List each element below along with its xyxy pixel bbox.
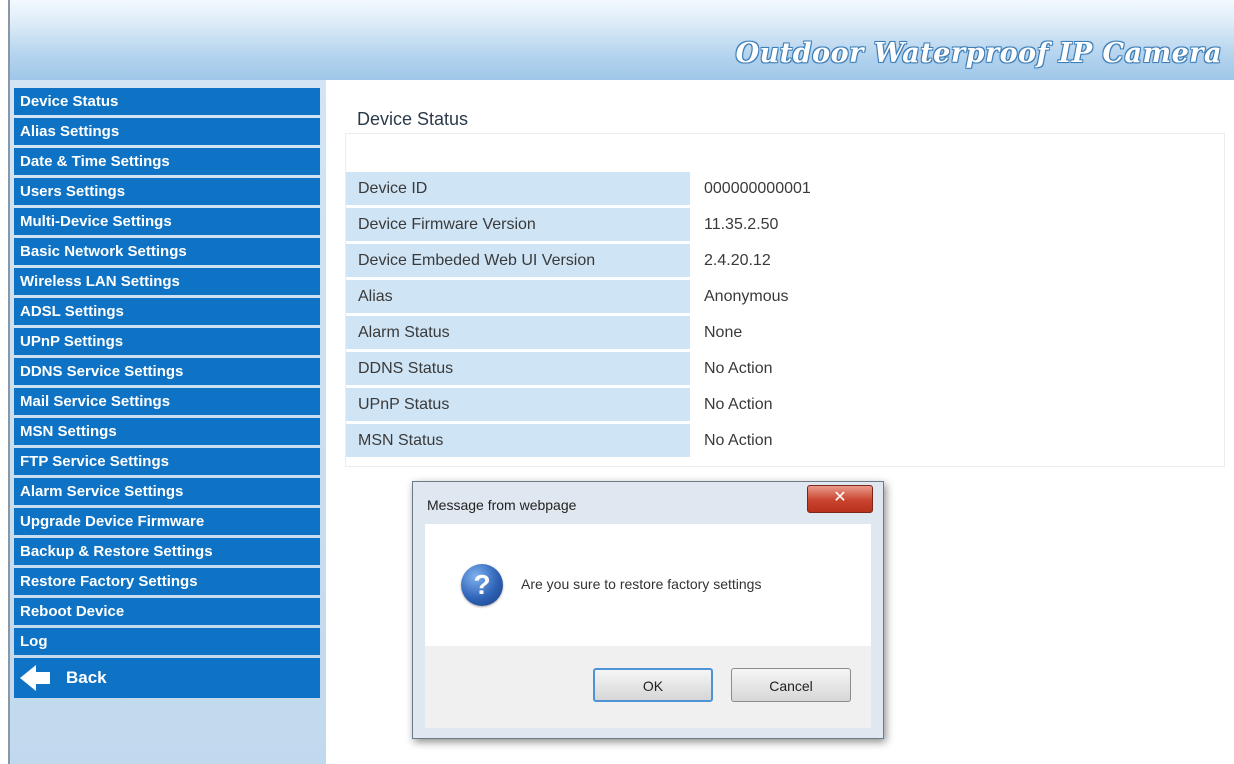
row-value: No Action (690, 386, 1216, 424)
back-button-label: Back (66, 668, 107, 687)
close-icon: ✕ (833, 489, 847, 506)
sidebar-item-ftp-service-settings[interactable]: FTP Service Settings (14, 448, 320, 475)
row-label: Device Firmware Version (346, 206, 690, 244)
table-row: Alias Anonymous (346, 278, 1216, 316)
sidebar-item-restore-factory-settings[interactable]: Restore Factory Settings (14, 568, 320, 595)
row-label: Alarm Status (346, 314, 690, 352)
row-label: Device Embeded Web UI Version (346, 242, 690, 280)
row-value: Anonymous (690, 278, 1216, 316)
sidebar-item-msn-settings[interactable]: MSN Settings (14, 418, 320, 445)
sidebar-item-device-status[interactable]: Device Status (14, 88, 320, 115)
row-label: DDNS Status (346, 350, 690, 388)
dialog-message: Are you sure to restore factory settings (521, 576, 762, 592)
table-row: Alarm Status None (346, 314, 1216, 352)
sidebar-item-adsl-settings[interactable]: ADSL Settings (14, 298, 320, 325)
sidebar-item-mail-service-settings[interactable]: Mail Service Settings (14, 388, 320, 415)
close-button[interactable]: ✕ (807, 485, 873, 513)
sidebar-item-date-time-settings[interactable]: Date & Time Settings (14, 148, 320, 175)
back-button[interactable]: Back (14, 658, 320, 698)
dialog-body: ? Are you sure to restore factory settin… (425, 524, 871, 646)
table-row: MSN Status No Action (346, 422, 1216, 460)
table-row: Device Embeded Web UI Version 2.4.20.12 (346, 242, 1216, 280)
row-value: 2.4.20.12 (690, 242, 1216, 280)
sidebar-item-upgrade-device-firmware[interactable]: Upgrade Device Firmware (14, 508, 320, 535)
table-row: Device ID 000000000001 (346, 172, 1216, 208)
sidebar-item-upnp-settings[interactable]: UPnP Settings (14, 328, 320, 355)
sidebar-item-basic-network-settings[interactable]: Basic Network Settings (14, 238, 320, 265)
dialog-title: Message from webpage (427, 497, 577, 513)
table-row: Device Firmware Version 11.35.2.50 (346, 206, 1216, 244)
sidebar-item-multi-device-settings[interactable]: Multi-Device Settings (14, 208, 320, 235)
page-title: Device Status (357, 109, 469, 129)
row-label: UPnP Status (346, 386, 690, 424)
sidebar-item-alarm-service-settings[interactable]: Alarm Service Settings (14, 478, 320, 505)
row-label: Alias (346, 278, 690, 316)
ok-button[interactable]: OK (593, 668, 713, 702)
row-label: Device ID (346, 172, 690, 208)
sidebar-item-reboot-device[interactable]: Reboot Device (14, 598, 320, 625)
question-icon: ? (461, 564, 503, 606)
back-arrow-icon (20, 665, 36, 691)
row-value: None (690, 314, 1216, 352)
row-value: No Action (690, 350, 1216, 388)
header-title: Outdoor Waterproof IP Camera (735, 38, 1222, 69)
confirm-dialog: Message from webpage ✕ ? Are you sure to… (412, 481, 884, 739)
table-row: UPnP Status No Action (346, 386, 1216, 424)
row-value: 000000000001 (690, 172, 1216, 208)
row-value: No Action (690, 422, 1216, 460)
dialog-footer: OK Cancel (425, 646, 871, 728)
back-arrow-tail (36, 672, 50, 684)
sidebar-item-log[interactable]: Log (14, 628, 320, 655)
sidebar: Device Status Alias Settings Date & Time… (14, 88, 320, 701)
sidebar-item-users-settings[interactable]: Users Settings (14, 178, 320, 205)
header-banner: Outdoor Waterproof IP Camera (10, 0, 1234, 80)
sidebar-item-alias-settings[interactable]: Alias Settings (14, 118, 320, 145)
sidebar-item-ddns-service-settings[interactable]: DDNS Service Settings (14, 358, 320, 385)
table-row: DDNS Status No Action (346, 350, 1216, 388)
cancel-button[interactable]: Cancel (731, 668, 851, 702)
device-status-table: Device ID 000000000001 Device Firmware V… (346, 172, 1216, 460)
sidebar-item-wireless-lan-settings[interactable]: Wireless LAN Settings (14, 268, 320, 295)
row-label: MSN Status (346, 422, 690, 460)
sidebar-item-backup-restore-settings[interactable]: Backup & Restore Settings (14, 538, 320, 565)
row-value: 11.35.2.50 (690, 206, 1216, 244)
